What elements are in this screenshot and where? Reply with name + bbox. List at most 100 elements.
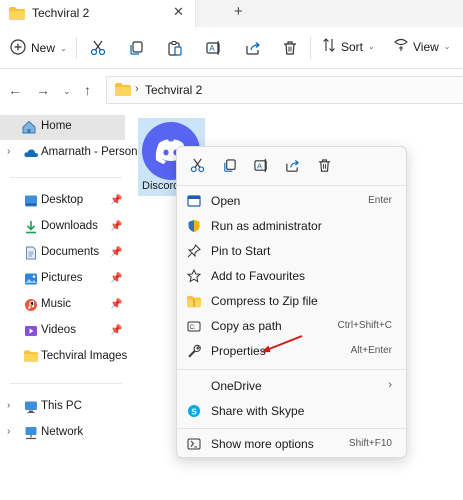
- menu-item-label: Pin to Start: [211, 244, 271, 258]
- toolbar-divider: [76, 37, 77, 59]
- sidebar-divider: [10, 383, 122, 384]
- sort-label: Sort: [341, 39, 364, 54]
- tab-strip: Techviral 2 ✕ +: [0, 0, 463, 27]
- sort-button[interactable]: Sort ⌄: [322, 38, 375, 55]
- sidebar-item-label: Amarnath - Person: [41, 146, 138, 158]
- network-icon: [24, 426, 38, 440]
- menu-item-label: OneDrive: [211, 379, 262, 393]
- sidebar-item-network[interactable]: › Network: [0, 421, 125, 446]
- open-icon: [187, 194, 201, 208]
- expand-chevron-icon[interactable]: ›: [7, 426, 10, 437]
- menu-divider: [177, 185, 406, 186]
- back-arrow-icon[interactable]: ←: [8, 82, 22, 98]
- cut-icon[interactable]: [189, 157, 205, 173]
- pin-icon[interactable]: 📌: [110, 273, 122, 284]
- sidebar-item-label: Videos: [41, 324, 76, 336]
- sidebar-item-pictures[interactable]: Pictures 📌: [0, 267, 125, 292]
- submenu-chevron-icon: ›: [388, 379, 392, 391]
- recent-chevron-icon[interactable]: ⌄: [63, 86, 71, 97]
- file-name: Discord: [142, 180, 180, 192]
- sidebar-item-downloads[interactable]: Downloads 📌: [0, 215, 125, 240]
- svg-text:S: S: [191, 406, 197, 416]
- pin-icon[interactable]: 📌: [110, 247, 122, 258]
- svg-text:C:: C:: [190, 325, 196, 331]
- sidebar-item-label: Documents: [41, 246, 100, 258]
- share-icon[interactable]: [243, 38, 263, 58]
- sidebar-item-label: Techviral Images: [41, 350, 128, 362]
- menu-item-share-with-skype[interactable]: S Share with Skype: [177, 399, 406, 424]
- sidebar-item-label: Downloads: [41, 220, 98, 232]
- sidebar-item-techviral-images[interactable]: Techviral Images: [0, 345, 128, 370]
- breadcrumb-separator: ›: [135, 83, 139, 95]
- pin-icon[interactable]: 📌: [110, 221, 122, 232]
- zip-folder-icon: [187, 294, 201, 308]
- sort-icon: [322, 38, 336, 55]
- pin-icon[interactable]: 📌: [110, 325, 122, 336]
- share-icon[interactable]: [284, 157, 300, 173]
- close-tab-icon[interactable]: ✕: [173, 4, 184, 20]
- folder-icon: [9, 7, 25, 23]
- menu-item-run-as-administrator[interactable]: Run as administrator: [177, 214, 406, 239]
- sidebar-item-music[interactable]: Music 📌: [0, 293, 125, 318]
- rename-icon[interactable]: A: [253, 157, 269, 173]
- address-row: ← → ⌄ ↑ › Techviral 2: [0, 69, 463, 111]
- sidebar-item-desktop[interactable]: Desktop 📌: [0, 189, 125, 214]
- pictures-icon: [24, 272, 38, 286]
- navigation-pane: Home › Amarnath - Person Desktop 📌 Downl…: [0, 111, 138, 500]
- plus-circle-icon: [10, 38, 26, 58]
- paste-icon[interactable]: [165, 38, 185, 58]
- breadcrumb[interactable]: Techviral 2: [145, 83, 202, 97]
- sidebar-item-this-pc[interactable]: › This PC: [0, 395, 125, 420]
- delete-icon[interactable]: [316, 157, 332, 173]
- context-quick-actions: A: [177, 147, 408, 183]
- view-label: View: [413, 39, 439, 54]
- copy-icon[interactable]: [221, 157, 237, 173]
- menu-item-shortcut: Shift+F10: [348, 438, 392, 449]
- new-tab-button[interactable]: +: [234, 3, 243, 20]
- sidebar-item-documents[interactable]: Documents 📌: [0, 241, 125, 266]
- menu-item-show-more-options[interactable]: Show more options Shift+F10: [177, 432, 406, 457]
- more-options-icon: [187, 437, 201, 451]
- up-arrow-icon[interactable]: ↑: [84, 82, 91, 98]
- sidebar-item-home[interactable]: Home: [0, 115, 125, 140]
- sidebar-item-videos[interactable]: Videos 📌: [0, 319, 125, 344]
- expand-chevron-icon[interactable]: ›: [7, 146, 10, 157]
- menu-item-label: Add to Favourites: [211, 269, 306, 283]
- videos-icon: [24, 324, 38, 338]
- menu-item-label: Compress to Zip file: [211, 294, 318, 308]
- menu-item-compress-to-zip[interactable]: Compress to Zip file: [177, 289, 406, 314]
- view-button[interactable]: View ⌄: [394, 38, 451, 55]
- menu-item-onedrive[interactable]: OneDrive ›: [177, 374, 406, 399]
- new-label: New: [31, 41, 56, 55]
- delete-icon[interactable]: [280, 38, 300, 58]
- menu-divider: [177, 369, 406, 370]
- tab-title: Techviral 2: [32, 6, 90, 20]
- sidebar-item-onedrive[interactable]: › Amarnath - Person: [0, 141, 138, 166]
- home-icon: [22, 120, 36, 134]
- pin-icon[interactable]: 📌: [110, 195, 122, 206]
- menu-item-open[interactable]: Open Enter: [177, 189, 406, 214]
- music-icon: [24, 298, 38, 312]
- address-bar[interactable]: › Techviral 2: [106, 76, 463, 104]
- rename-icon[interactable]: A: [204, 38, 224, 58]
- toolbar-divider: [310, 37, 311, 59]
- tab-techviral-2[interactable]: Techviral 2 ✕: [0, 0, 196, 27]
- sidebar-item-label: Music: [41, 298, 72, 310]
- shield-icon: [187, 219, 201, 233]
- sidebar-item-label: Network: [41, 426, 84, 438]
- pin-icon[interactable]: 📌: [110, 299, 122, 310]
- command-bar: New ⌄ A Sort ⌄ View ⌄: [0, 27, 463, 69]
- expand-chevron-icon[interactable]: ›: [7, 400, 10, 411]
- copy-path-icon: C:: [187, 319, 201, 333]
- menu-item-label: Copy as path: [211, 319, 282, 333]
- new-button[interactable]: New ⌄: [10, 38, 67, 58]
- cut-icon[interactable]: [88, 38, 108, 58]
- forward-arrow-icon[interactable]: →: [36, 82, 50, 98]
- menu-item-label: Run as administrator: [211, 219, 322, 233]
- menu-item-pin-to-start[interactable]: Pin to Start: [177, 239, 406, 264]
- sidebar-item-label: Desktop: [41, 194, 84, 206]
- wrench-icon: [187, 344, 201, 358]
- chevron-down-icon: ⌄: [368, 42, 375, 51]
- copy-icon[interactable]: [126, 38, 146, 58]
- menu-item-add-to-favourites[interactable]: Add to Favourites: [177, 264, 406, 289]
